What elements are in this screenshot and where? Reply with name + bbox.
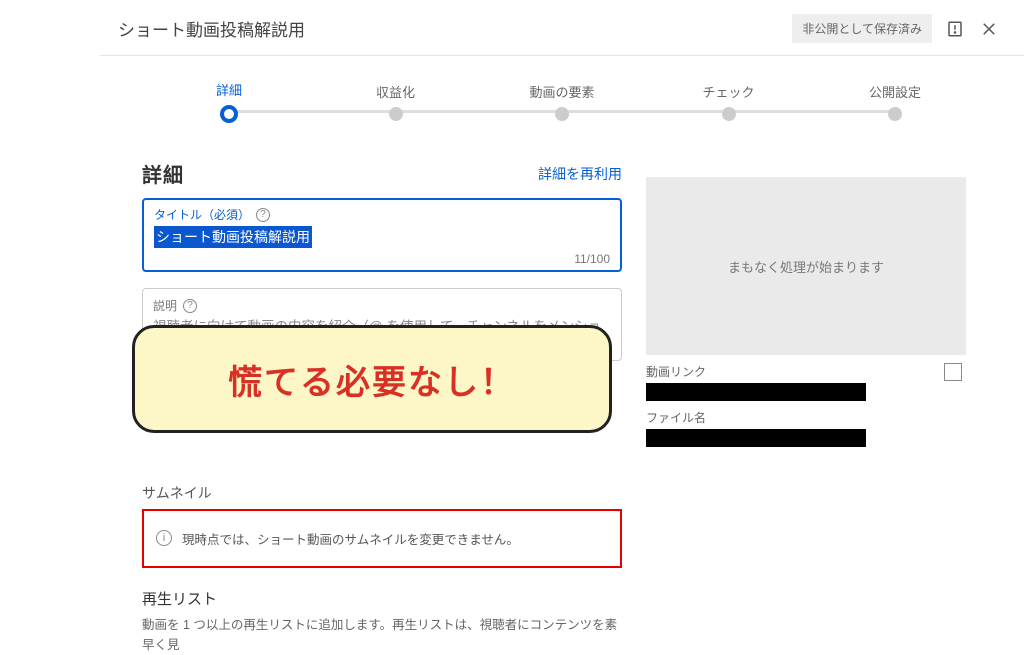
- step-monetization[interactable]: 収益化: [361, 82, 431, 121]
- section-heading-details: 詳細: [142, 159, 184, 188]
- thumbnail-notice: i 現時点では、ショート動画のサムネイルを変更できません。: [142, 509, 622, 568]
- close-icon[interactable]: [978, 18, 1000, 40]
- copy-icon[interactable]: [944, 363, 962, 381]
- stepper: 詳細 収益化 動画の要素 チェック 公開設定: [100, 56, 1024, 131]
- step-dot-active: [220, 105, 238, 123]
- save-status: 非公開として保存済み: [792, 14, 932, 43]
- step-video-elements[interactable]: 動画の要素: [527, 82, 597, 121]
- video-link-value-redacted: [646, 383, 866, 401]
- callout-text: 慌てる必要なし！: [228, 355, 516, 404]
- annotation-callout: 慌てる必要なし！: [132, 325, 612, 433]
- header-actions: 非公開として保存済み: [792, 14, 1000, 43]
- preview-meta: 動画リンク ファイル名: [646, 359, 966, 451]
- modal-header: ショート動画投稿解説用 非公開として保存済み: [100, 0, 1024, 56]
- title-label: タイトル（必須） ?: [154, 206, 610, 223]
- thumbnail-heading: サムネイル: [142, 483, 622, 503]
- help-icon[interactable]: ?: [256, 208, 270, 222]
- filename-value-redacted: [646, 429, 866, 447]
- char-count: 11/100: [154, 252, 610, 266]
- video-link-label: 動画リンク: [646, 363, 966, 380]
- playlist-heading: 再生リスト: [142, 588, 622, 609]
- description-label: 説明 ?: [153, 297, 611, 314]
- info-icon: i: [156, 530, 172, 546]
- modal-title: ショート動画投稿解説用: [118, 16, 305, 41]
- right-column: まもなく処理が始まります 動画リンク ファイル名: [646, 177, 966, 655]
- upload-modal: ショート動画投稿解説用 非公開として保存済み 詳細: [100, 0, 1024, 576]
- feedback-icon[interactable]: [944, 18, 966, 40]
- step-checks[interactable]: チェック: [694, 82, 764, 121]
- filename-label: ファイル名: [646, 409, 966, 426]
- video-preview: まもなく処理が始まります: [646, 177, 966, 355]
- step-details[interactable]: 詳細: [194, 80, 264, 123]
- help-icon[interactable]: ?: [183, 299, 197, 313]
- title-field[interactable]: タイトル（必須） ? ショート動画投稿解説用 11/100: [142, 198, 622, 272]
- step-visibility[interactable]: 公開設定: [860, 82, 930, 121]
- playlist-description: 動画を 1 つ以上の再生リストに追加します。再生リストは、視聴者にコンテンツを素…: [142, 615, 622, 655]
- reuse-details-link[interactable]: 詳細を再利用: [538, 164, 622, 184]
- title-input-value[interactable]: ショート動画投稿解説用: [154, 226, 312, 248]
